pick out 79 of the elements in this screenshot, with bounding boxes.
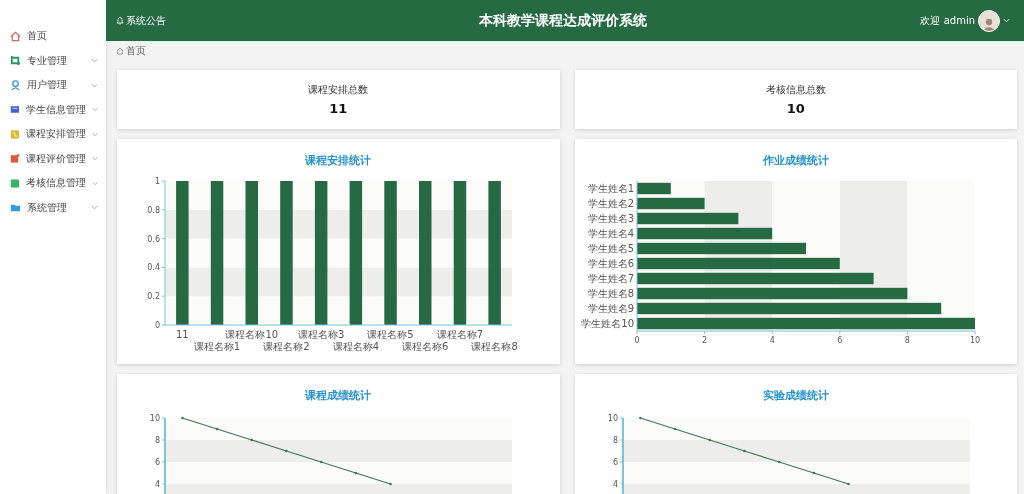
axis-tick-label: 8 [612, 436, 618, 445]
sidebar-item[interactable]: 首页 [0, 24, 106, 49]
axis-category-label: 学生姓名2 [587, 198, 634, 209]
axis-category-label: 学生姓名4 [587, 228, 634, 239]
chevron-down-icon [91, 82, 98, 88]
axis-tick-label: 4 [769, 336, 775, 345]
avatar[interactable] [978, 9, 1000, 32]
axis-category-label: 课程名称6 [402, 341, 449, 352]
welcome-text: 欢迎 admin [920, 13, 975, 28]
axis-tick-label: 6 [612, 458, 618, 467]
axis-tick-label: 2 [701, 336, 707, 345]
chart-title: 课程成绩统计 [305, 388, 372, 404]
user-icon [10, 79, 21, 91]
axis-tick-label: 0.8 [147, 205, 160, 215]
grid-icon [10, 128, 20, 140]
breadcrumb-link[interactable]: 首页 [126, 43, 146, 58]
axis-category-label: 课程名称2 [263, 341, 310, 352]
crop-icon [10, 55, 21, 67]
sidebar-item[interactable]: 系统管理 [0, 195, 106, 220]
axis-category-label: 课程名称5 [367, 329, 414, 340]
chevron-down-icon [1003, 18, 1010, 23]
notice-link[interactable]: 系统公告 [116, 13, 296, 28]
axis-tick-label: 8 [154, 436, 160, 445]
axis-category-label: 学生姓名8 [587, 288, 634, 299]
stat-label: 考核信息总数 [765, 83, 826, 97]
sidebar-item[interactable]: 用户管理 [0, 73, 106, 98]
axis-tick-label: 1 [154, 177, 160, 186]
folder-icon [10, 202, 21, 214]
chart-title: 实验成绩统计 [762, 388, 829, 404]
axis-tick-label: 0.4 [147, 263, 160, 273]
axis-tick-label: 0 [633, 336, 640, 345]
axis-category-label: 学生姓名6 [587, 258, 634, 269]
chevron-down-icon [91, 131, 98, 137]
chevron-down-icon [91, 107, 98, 113]
axis-tick-label: 6 [836, 336, 842, 345]
axis-tick-label: 4 [612, 480, 618, 489]
chevron-down-icon [91, 58, 98, 64]
axis-category-label: 学生姓名5 [587, 243, 634, 254]
stat-label: 课程安排总数 [308, 83, 369, 97]
axis-category-label: 课程名称3 [297, 329, 345, 340]
axis-category-label: 学生姓名3 [587, 213, 634, 224]
axis-category-label: 学生姓名7 [587, 273, 634, 284]
home-icon [10, 30, 21, 42]
axis-tick-label: 0.2 [147, 292, 160, 302]
axis-tick-label: 6 [154, 458, 160, 467]
app-title: 本科教学课程达成评价系统 [478, 11, 648, 30]
axis-tick-label: 0 [154, 321, 160, 330]
axis-category-label: 学生姓名9 [587, 303, 634, 314]
axis-category-label: 课程名称10 [225, 329, 279, 340]
axis-tick-label: 10 [969, 336, 980, 345]
home-icon [116, 46, 124, 55]
chevron-down-icon [91, 180, 98, 186]
axis-category-label: 课程名称8 [471, 341, 518, 352]
axis-category-label: 课程名称1 [193, 341, 241, 352]
card-icon [10, 104, 20, 116]
chart-title: 作业成绩统计 [762, 153, 829, 169]
sidebar-item[interactable]: 考核信息管理 [0, 171, 106, 196]
sidebar-item[interactable]: 学生信息管理 [0, 97, 106, 122]
axis-category-label: 学生姓名1 [587, 183, 634, 194]
edit-icon [10, 153, 20, 165]
square-icon [10, 177, 20, 189]
sidebar-item[interactable]: 课程安排管理 [0, 122, 106, 147]
sidebar-item[interactable]: 专业管理 [0, 48, 106, 73]
axis-tick-label: 0.6 [147, 234, 160, 244]
bell-icon [116, 16, 124, 25]
chart-title: 课程安排统计 [305, 153, 372, 169]
axis-category-label: 课程名称4 [332, 341, 380, 352]
axis-tick-label: 10 [149, 414, 160, 423]
axis-tick-label: 4 [154, 480, 160, 489]
chevron-down-icon [91, 205, 98, 211]
sidebar-item[interactable]: 课程评价管理 [0, 146, 106, 171]
axis-category-label: 学生姓名10 [580, 318, 634, 329]
axis-category-label: 课程名称7 [436, 329, 484, 340]
stat-value: 11 [329, 101, 348, 116]
axis-category-label: 11 [176, 329, 189, 340]
axis-tick-label: 8 [904, 336, 910, 345]
stat-value: 10 [786, 101, 805, 116]
chevron-down-icon [91, 156, 98, 162]
axis-tick-label: 10 [607, 414, 618, 423]
